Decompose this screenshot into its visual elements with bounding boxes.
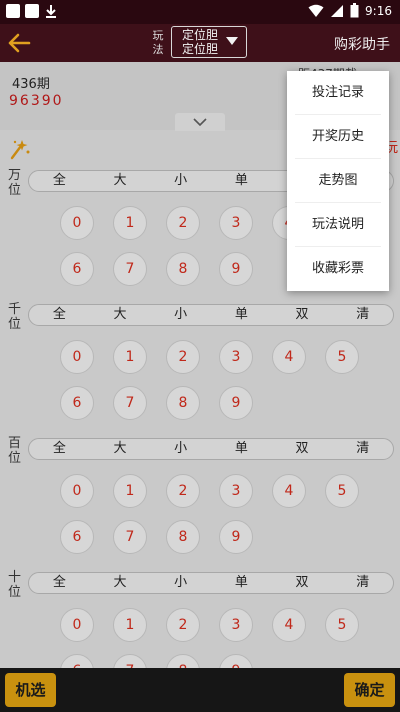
number-ball[interactable]: 1 (113, 608, 147, 642)
filter-all-button[interactable]: 全 (29, 305, 90, 325)
number-ball[interactable]: 2 (166, 608, 200, 642)
number-ball[interactable]: 5 (325, 474, 359, 508)
status-notifications (6, 4, 58, 18)
quick-filter-bar: 全大小单双清 (28, 304, 394, 326)
position-label: 十位 (8, 570, 22, 600)
number-ball[interactable]: 3 (219, 474, 253, 508)
quick-filter-bar: 全大小单双清 (28, 438, 394, 460)
number-ball[interactable]: 6 (60, 252, 94, 286)
number-ball[interactable]: 4 (272, 340, 306, 374)
number-ball[interactable]: 3 (219, 206, 253, 240)
filter-small-button[interactable]: 小 (150, 171, 211, 191)
dropdown-caret-icon (226, 37, 238, 45)
filter-big-button[interactable]: 大 (90, 573, 151, 593)
helper-popup-menu: 投注记录 开奖历史 走势图 玩法说明 收藏彩票 (287, 71, 389, 291)
status-time: 9:16 (365, 3, 392, 18)
number-ball[interactable]: 4 (272, 608, 306, 642)
filter-small-button[interactable]: 小 (150, 573, 211, 593)
issue-number: 436期 (12, 77, 50, 92)
number-ball[interactable]: 9 (219, 252, 253, 286)
bottom-action-bar: 机选 确定 (0, 668, 400, 712)
wifi-icon (308, 4, 324, 17)
number-ball[interactable]: 3 (219, 340, 253, 374)
shake-select-icon[interactable] (9, 138, 31, 160)
menu-item-play-rules[interactable]: 玩法说明 (295, 203, 381, 247)
filter-odd-button[interactable]: 单 (211, 439, 272, 459)
status-system: 9:16 (308, 3, 392, 18)
number-ball[interactable]: 0 (60, 474, 94, 508)
position-section: 百位全大小单双清 0 1 2 3 4 5 6 7 8 9 (0, 436, 400, 566)
number-ball[interactable]: 5 (325, 340, 359, 374)
number-ball[interactable]: 3 (219, 608, 253, 642)
filter-odd-button[interactable]: 单 (211, 305, 272, 325)
number-ball[interactable]: 0 (60, 206, 94, 240)
notification-app-icon (6, 4, 20, 18)
filter-all-button[interactable]: 全 (29, 171, 90, 191)
number-ball[interactable]: 1 (113, 206, 147, 240)
menu-item-favorite-lottery[interactable]: 收藏彩票 (295, 247, 381, 291)
filter-big-button[interactable]: 大 (90, 171, 151, 191)
filter-even-button[interactable]: 双 (272, 439, 333, 459)
issue-result: 96390 (9, 93, 64, 109)
menu-item-bet-records[interactable]: 投注记录 (295, 71, 381, 115)
number-ball[interactable]: 1 (113, 340, 147, 374)
notification-app-icon (25, 4, 39, 18)
number-ball[interactable]: 2 (166, 206, 200, 240)
title-bar: 玩法 定位胆 定位胆 购彩助手 (0, 24, 400, 62)
menu-item-trend-chart[interactable]: 走势图 (295, 159, 381, 203)
back-button[interactable] (6, 30, 32, 56)
number-ball[interactable]: 5 (325, 608, 359, 642)
filter-clear-button[interactable]: 清 (332, 573, 393, 593)
number-ball[interactable]: 0 (60, 340, 94, 374)
number-ball[interactable]: 9 (219, 520, 253, 554)
filter-small-button[interactable]: 小 (150, 305, 211, 325)
download-icon (44, 4, 58, 18)
menu-item-draw-history[interactable]: 开奖历史 (295, 115, 381, 159)
confirm-button[interactable]: 确定 (344, 673, 395, 707)
battery-icon (350, 3, 359, 18)
back-arrow-icon (8, 33, 31, 53)
filter-even-button[interactable]: 双 (272, 305, 333, 325)
expand-history-button[interactable] (175, 113, 225, 131)
chevron-down-icon (193, 118, 207, 126)
quick-filter-bar: 全大小单双清 (28, 572, 394, 594)
filter-all-button[interactable]: 全 (29, 439, 90, 459)
number-ball[interactable]: 4 (272, 474, 306, 508)
number-ball[interactable]: 2 (166, 340, 200, 374)
position-label: 百位 (8, 436, 22, 466)
play-type-label: 玩法 (152, 29, 164, 56)
number-ball[interactable]: 9 (219, 386, 253, 420)
signal-icon (331, 4, 344, 17)
number-ball[interactable]: 6 (60, 386, 94, 420)
filter-all-button[interactable]: 全 (29, 573, 90, 593)
purchase-helper-button[interactable]: 购彩助手 (334, 34, 390, 54)
filter-odd-button[interactable]: 单 (211, 171, 272, 191)
number-ball[interactable]: 8 (166, 386, 200, 420)
filter-clear-button[interactable]: 清 (332, 439, 393, 459)
number-ball[interactable]: 8 (166, 520, 200, 554)
play-type-dropdown[interactable]: 定位胆 定位胆 (171, 26, 247, 58)
number-ball[interactable]: 7 (113, 252, 147, 286)
number-ball[interactable]: 2 (166, 474, 200, 508)
random-pick-button[interactable]: 机选 (5, 673, 56, 707)
number-ball[interactable]: 6 (60, 520, 94, 554)
position-section: 千位全大小单双清 0 1 2 3 4 5 6 7 8 9 (0, 302, 400, 432)
status-bar: 9:16 (0, 0, 400, 24)
number-ball[interactable]: 7 (113, 520, 147, 554)
filter-odd-button[interactable]: 单 (211, 573, 272, 593)
filter-even-button[interactable]: 双 (272, 573, 333, 593)
filter-clear-button[interactable]: 清 (332, 305, 393, 325)
filter-small-button[interactable]: 小 (150, 439, 211, 459)
number-ball[interactable]: 1 (113, 474, 147, 508)
filter-big-button[interactable]: 大 (90, 439, 151, 459)
filter-big-button[interactable]: 大 (90, 305, 151, 325)
number-ball[interactable]: 0 (60, 608, 94, 642)
number-ball[interactable]: 8 (166, 252, 200, 286)
position-label: 万位 (8, 168, 22, 198)
position-label: 千位 (8, 302, 22, 332)
number-ball[interactable]: 7 (113, 386, 147, 420)
